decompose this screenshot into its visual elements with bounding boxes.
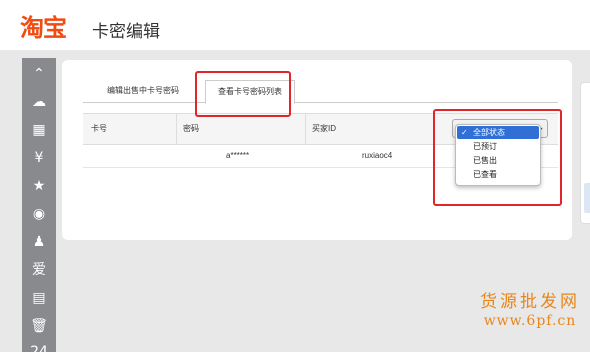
- coin-icon[interactable]: ◉: [22, 202, 56, 226]
- column-header-buyer: 买家ID: [312, 124, 336, 133]
- right-panel-accent: [584, 183, 590, 213]
- cell-buyer: ruxiaoc4: [362, 151, 393, 160]
- taobao-logo[interactable]: 淘宝: [20, 13, 67, 43]
- column-header-card: 卡号: [91, 124, 107, 133]
- love-icon[interactable]: 爱: [22, 258, 56, 282]
- document-icon[interactable]: ▤: [22, 286, 56, 310]
- trash-icon[interactable]: 🗑: [22, 314, 56, 338]
- cell-password: a******: [226, 151, 250, 160]
- header: 淘宝 卡密编辑: [0, 0, 590, 50]
- column-divider: [305, 114, 306, 144]
- tab-bar: 编辑出售中卡号密码 查看卡号密码列表: [83, 80, 558, 104]
- cloud-upload-icon[interactable]: ☁: [22, 90, 56, 114]
- watermark-url: www.6pf.cn: [483, 313, 577, 329]
- column-divider: [176, 114, 177, 144]
- star-icon[interactable]: ★: [22, 174, 56, 198]
- column-header-password: 密码: [183, 124, 199, 133]
- watermark-text: 货源批发网: [480, 292, 580, 312]
- sidebar: ⌃ ☁ ▦ ¥ ★ ◉ ♟ 爱 ▤ 🗑 24: [22, 58, 56, 360]
- 24h-icon[interactable]: 24: [22, 340, 56, 364]
- chevron-up-icon[interactable]: ⌃: [22, 62, 56, 86]
- highlight-box-tab: [195, 71, 291, 117]
- watermark: 货源批发网 www.6pf.cn: [470, 292, 590, 330]
- tab-edit-cards[interactable]: 编辑出售中卡号密码: [88, 80, 198, 102]
- highlight-box-dropdown: [433, 109, 562, 206]
- grid-icon[interactable]: ▦: [22, 118, 56, 142]
- yen-icon[interactable]: ¥: [22, 146, 56, 170]
- page-title: 卡密编辑: [92, 22, 160, 41]
- add-user-icon[interactable]: ♟: [22, 230, 56, 254]
